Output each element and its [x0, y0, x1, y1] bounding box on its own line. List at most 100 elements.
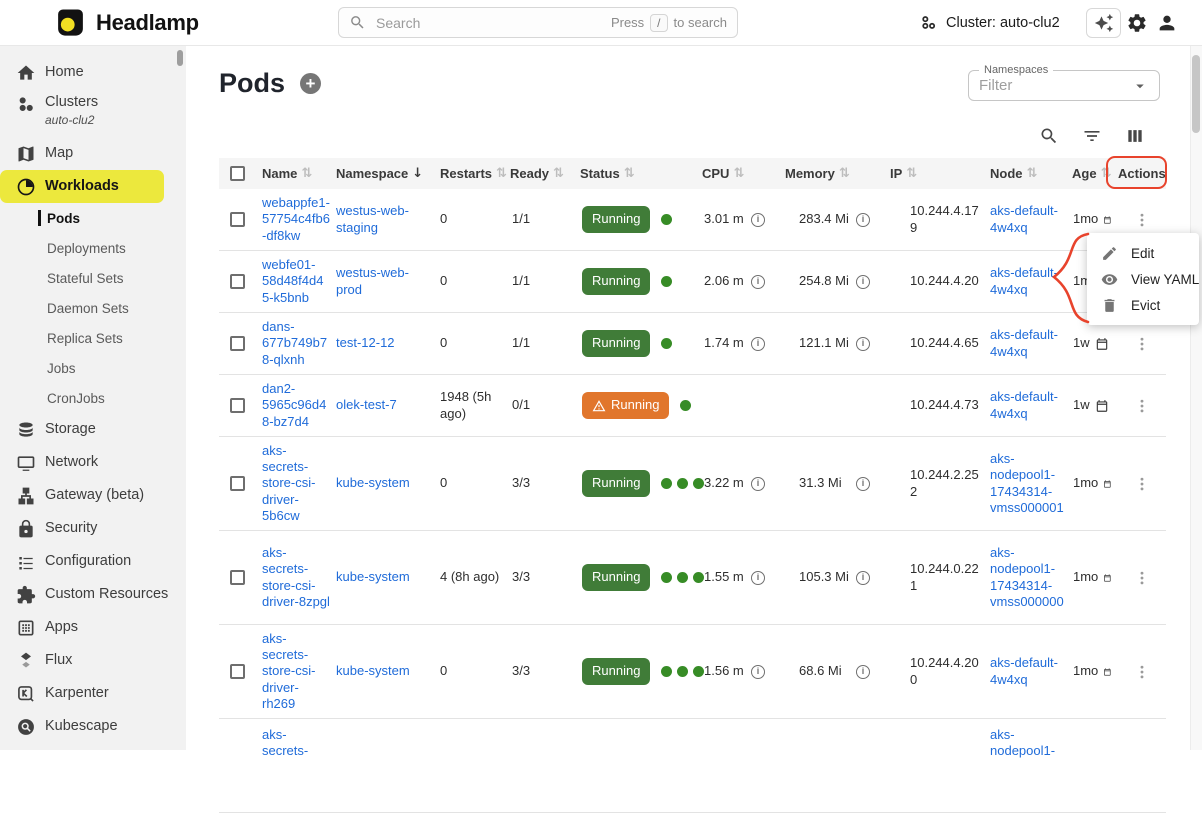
sidebar-item-cronjobs[interactable]: CronJobs — [0, 383, 186, 413]
namespace-link[interactable]: kube-system — [336, 475, 410, 490]
column-header-age[interactable]: Age⇅ — [1066, 166, 1112, 181]
pod-name-link[interactable]: dan2-5965c96d48-bz7d4 — [262, 381, 326, 429]
row-checkbox[interactable] — [230, 664, 245, 679]
user-icon[interactable] — [1156, 12, 1178, 34]
row-checkbox[interactable] — [230, 398, 245, 413]
column-header-node[interactable]: Node⇅ — [984, 166, 1066, 181]
sidebar-item-custom-resources[interactable]: Custom Resources — [0, 578, 186, 611]
sidebar-item-clusters[interactable]: Clustersauto-clu2 — [0, 89, 186, 137]
info-icon[interactable]: i — [856, 337, 870, 351]
more-actions-icon[interactable] — [1133, 663, 1151, 681]
row-checkbox[interactable] — [230, 476, 245, 491]
sidebar-item-security[interactable]: Security — [0, 512, 186, 545]
node-link[interactable]: aks-default-4w4xq — [990, 655, 1058, 686]
row-checkbox[interactable] — [230, 274, 245, 289]
search-input[interactable] — [374, 14, 603, 32]
row-checkbox[interactable] — [230, 570, 245, 585]
menu-item-evict[interactable]: Evict — [1087, 292, 1199, 318]
sidebar-item-home[interactable]: Home — [0, 56, 186, 89]
sort-icon[interactable]: ⇅ — [624, 166, 635, 181]
sidebar-scrollbar[interactable] — [177, 50, 183, 66]
more-actions-icon[interactable] — [1133, 569, 1151, 587]
pod-name-link[interactable]: aks-secrets- — [262, 727, 308, 758]
sidebar-item-flux[interactable]: Flux — [0, 644, 186, 677]
more-actions-icon[interactable] — [1133, 475, 1151, 493]
table-search-icon[interactable] — [1039, 126, 1059, 146]
sidebar-item-gateway-beta[interactable]: Gateway (beta) — [0, 479, 186, 512]
info-icon[interactable]: i — [751, 477, 765, 491]
namespace-link[interactable]: test-12-12 — [336, 335, 395, 350]
column-header-memory[interactable]: Memory⇅ — [779, 166, 884, 181]
more-actions-icon[interactable] — [1133, 397, 1151, 415]
sort-icon[interactable]: ⇅ — [1027, 166, 1038, 181]
sidebar-item-workloads[interactable]: Workloads — [0, 170, 164, 203]
pod-name-link[interactable]: webappfe1-57754c4fb6-df8kw — [262, 195, 330, 243]
column-header-restarts[interactable]: Restarts⇅ — [434, 166, 504, 181]
ai-assistant-button[interactable] — [1086, 8, 1121, 38]
sidebar-item-configuration[interactable]: Configuration — [0, 545, 186, 578]
namespaces-filter-dropdown[interactable]: Namespaces Filter — [968, 70, 1160, 101]
sort-icon[interactable]: ⇅ — [301, 166, 312, 181]
sidebar-item-daemon-sets[interactable]: Daemon Sets — [0, 293, 186, 323]
column-header-cpu[interactable]: CPU⇅ — [696, 166, 779, 181]
node-link[interactable]: aks-default-4w4xq — [990, 265, 1058, 296]
columns-icon[interactable] — [1125, 126, 1145, 146]
column-header-ip[interactable]: IP⇅ — [884, 166, 984, 181]
namespace-link[interactable]: kube-system — [336, 663, 410, 678]
sidebar-item-stateful-sets[interactable]: Stateful Sets — [0, 263, 186, 293]
info-icon[interactable]: i — [856, 477, 870, 491]
sidebar-item-kubescape[interactable]: Kubescape — [0, 710, 186, 743]
pod-name-link[interactable]: aks-secrets-store-csi-driver-5b6cw — [262, 443, 315, 523]
pod-name-link[interactable]: aks-secrets-store-csi-driver-rh269 — [262, 631, 315, 711]
sidebar-item-deployments[interactable]: Deployments — [0, 233, 186, 263]
column-header-status[interactable]: Status⇅ — [574, 166, 696, 181]
create-pod-button[interactable]: + — [300, 73, 321, 94]
sort-icon[interactable]: ⇅ — [733, 166, 744, 181]
node-link[interactable]: aks-default-4w4xq — [990, 327, 1058, 358]
sidebar-item-pods[interactable]: Pods — [0, 203, 186, 233]
node-link[interactable]: aks-nodepool1-17434314-vmss000000 — [990, 545, 1064, 609]
column-header-name[interactable]: Name⇅ — [256, 166, 330, 181]
namespace-link[interactable]: olek-test-7 — [336, 397, 397, 412]
node-link[interactable]: aks-nodepool1-17434314-vmss000001 — [990, 451, 1064, 515]
column-header-actions[interactable]: Actions — [1112, 166, 1166, 181]
row-checkbox[interactable] — [230, 212, 245, 227]
sort-icon[interactable]: ⇅ — [553, 166, 564, 181]
select-all-checkbox[interactable] — [230, 166, 245, 181]
sidebar-item-jobs[interactable]: Jobs — [0, 353, 186, 383]
page-scrollbar[interactable] — [1190, 46, 1202, 750]
sidebar-item-apps[interactable]: Apps — [0, 611, 186, 644]
node-link[interactable]: aks-default-4w4xq — [990, 203, 1058, 234]
column-header-ready[interactable]: Ready⇅ — [504, 166, 574, 181]
sort-icon[interactable]: ⇅ — [839, 166, 850, 181]
sidebar-item-replica-sets[interactable]: Replica Sets — [0, 323, 186, 353]
sidebar-item-storage[interactable]: Storage — [0, 413, 186, 446]
settings-gear-icon[interactable] — [1126, 12, 1148, 34]
sidebar-item-map[interactable]: Map — [0, 137, 186, 170]
node-link[interactable]: aks-default-4w4xq — [990, 389, 1058, 420]
namespace-link[interactable]: westus-web-prod — [336, 265, 409, 296]
sidebar-item-network[interactable]: Network — [0, 446, 186, 479]
info-icon[interactable]: i — [751, 213, 765, 227]
menu-item-edit[interactable]: Edit — [1087, 240, 1199, 266]
sort-icon[interactable]: ⇅ — [1101, 166, 1112, 181]
page-scrollbar-thumb[interactable] — [1192, 55, 1200, 133]
info-icon[interactable]: i — [751, 665, 765, 679]
info-icon[interactable]: i — [751, 275, 765, 289]
node-link[interactable]: aks-nodepool1- — [990, 727, 1055, 758]
pod-name-link[interactable]: aks-secrets-store-csi-driver-8zpgl — [262, 545, 330, 609]
menu-item-view-yaml[interactable]: View YAML — [1087, 266, 1199, 292]
pod-name-link[interactable]: webfe01-58d48f4d45-k5bnb — [262, 257, 323, 305]
info-icon[interactable]: i — [751, 337, 765, 351]
info-icon[interactable]: i — [856, 571, 870, 585]
namespace-link[interactable]: kube-system — [336, 569, 410, 584]
namespace-link[interactable]: westus-web-staging — [336, 203, 409, 234]
filter-icon[interactable] — [1082, 126, 1102, 146]
more-actions-icon[interactable] — [1133, 335, 1151, 353]
more-actions-icon[interactable] — [1133, 211, 1151, 229]
info-icon[interactable]: i — [856, 213, 870, 227]
pod-name-link[interactable]: dans-677b749b78-qlxnh — [262, 319, 327, 367]
info-icon[interactable]: i — [751, 571, 765, 585]
info-icon[interactable]: i — [856, 665, 870, 679]
sort-icon[interactable]: ⇅ — [906, 166, 917, 181]
